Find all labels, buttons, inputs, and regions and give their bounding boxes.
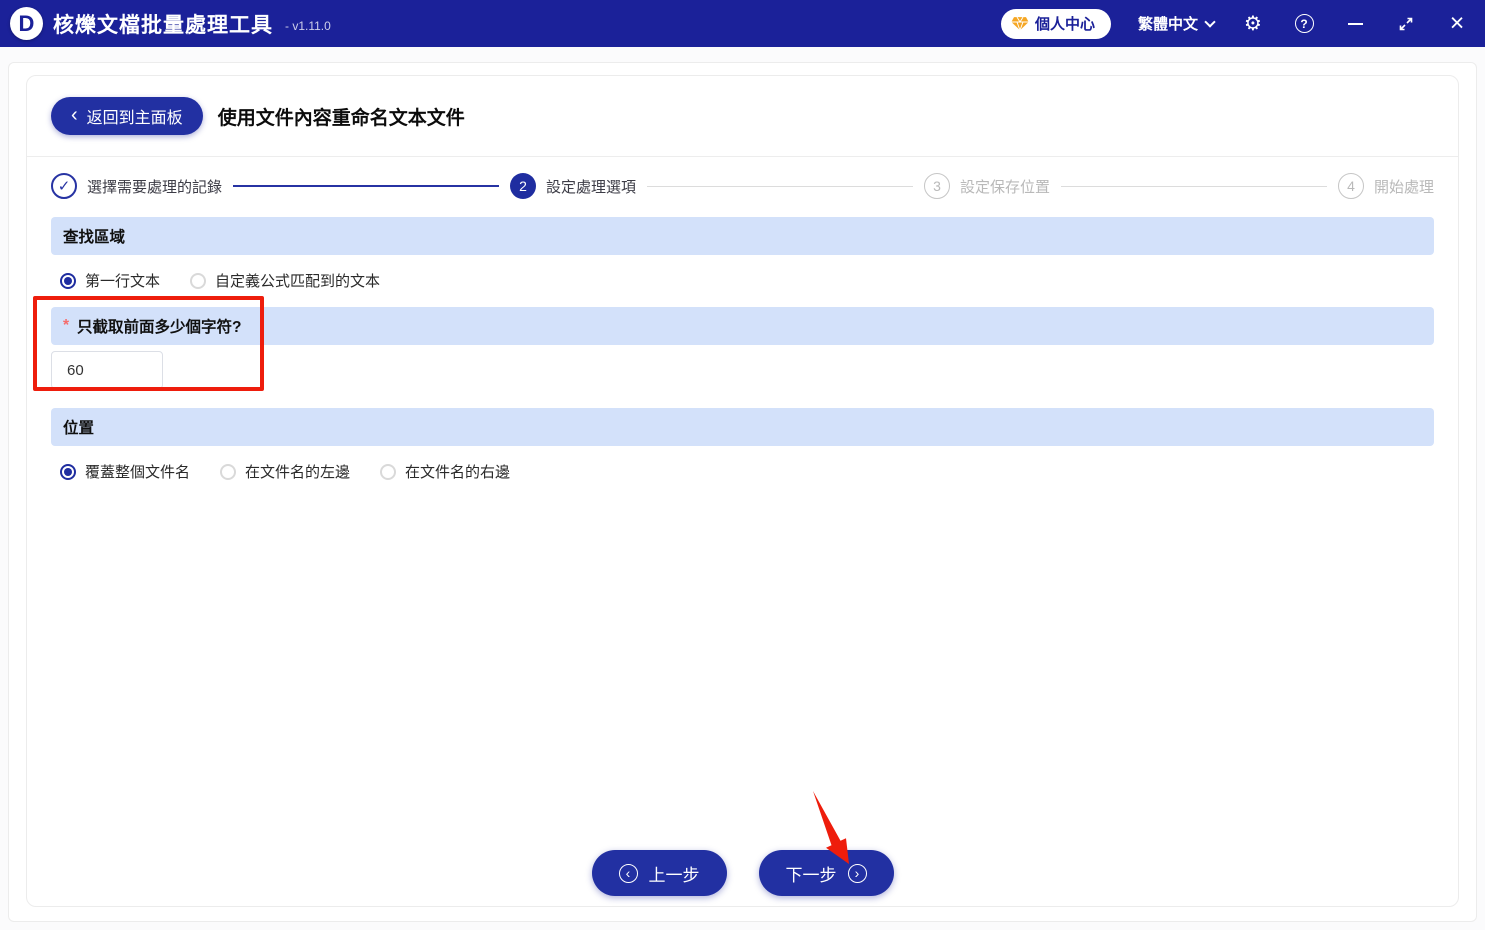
gem-icon: [1011, 16, 1029, 31]
step-4-number: 4: [1338, 173, 1364, 199]
radio-custom-formula-text[interactable]: 自定義公式匹配到的文本: [190, 270, 380, 291]
step-4-label: 開始處理: [1374, 178, 1435, 196]
radio-label: 第一行文本: [85, 273, 161, 290]
step-3: 3 設定保存位置: [924, 173, 1050, 199]
position-options: 覆蓋整個文件名 在文件名的左邊 在文件名的右邊: [51, 446, 1434, 498]
minimize-button[interactable]: [1343, 12, 1367, 36]
wizard-footer: ‹ 上一步 下一步 ›: [51, 850, 1434, 900]
step-3-number: 3: [924, 173, 950, 199]
circle-chevron-left-icon: ‹: [618, 863, 638, 883]
app-logo: D: [10, 7, 43, 40]
step-2: 2 設定處理選項: [510, 173, 636, 199]
section-search-area-title: 查找區域: [63, 229, 126, 246]
titlebar-actions: 個人中心 繁體中文 ⚙ ? ×: [1000, 8, 1469, 39]
chevron-down-icon: [1204, 15, 1216, 28]
step-1-label: 選擇需要處理的記錄: [87, 178, 223, 196]
radio-label: 覆蓋整個文件名: [85, 464, 191, 481]
step-indicator: ✓ 選擇需要處理的記錄 2 設定處理選項 3 設定保存位置 4 開始處理: [27, 157, 1458, 211]
step-2-label: 設定處理選項: [546, 178, 637, 196]
step-connector: [647, 185, 913, 187]
language-label: 繁體中文: [1137, 16, 1198, 33]
wizard-header: ‹ 返回到主面板 使用文件內容重命名文本文件: [27, 76, 1458, 157]
radio-overwrite-filename[interactable]: 覆蓋整個文件名: [60, 461, 190, 482]
back-to-dashboard-button[interactable]: ‹ 返回到主面板: [51, 97, 203, 135]
radio-right-of-filename[interactable]: 在文件名的右邊: [380, 461, 510, 482]
radio-left-of-filename[interactable]: 在文件名的左邊: [220, 461, 350, 482]
maximize-button[interactable]: [1394, 12, 1418, 36]
language-selector[interactable]: 繁體中文: [1137, 13, 1216, 34]
app-version: - v1.11.0: [285, 18, 331, 33]
titlebar: D 核爍文檔批量處理工具 - v1.11.0 個人中心 繁體中文 ⚙ ? ×: [0, 0, 1485, 47]
previous-step-button[interactable]: ‹ 上一步: [591, 850, 727, 896]
chevron-left-icon: ‹: [71, 104, 78, 126]
section-search-area-header: 查找區域: [51, 217, 1434, 255]
page-title: 使用文件內容重命名文本文件: [217, 107, 465, 129]
step-connector: [1061, 185, 1327, 187]
user-center-button[interactable]: 個人中心: [1000, 8, 1111, 39]
section-char-count-header: * 只截取前面多少個字符?: [51, 307, 1434, 345]
radio-label: 在文件名的左邊: [245, 464, 351, 481]
user-center-label: 個人中心: [1034, 16, 1095, 33]
radio-first-line-text[interactable]: 第一行文本: [60, 270, 160, 291]
wizard-panel: ‹ 返回到主面板 使用文件內容重命名文本文件 ✓ 選擇需要處理的記錄 2 設定處…: [26, 75, 1459, 907]
step-2-number: 2: [510, 173, 536, 199]
radio-unselected-icon: [380, 463, 397, 480]
radio-selected-icon: [60, 272, 76, 289]
char-count-input[interactable]: [51, 351, 163, 389]
back-button-label: 返回到主面板: [86, 110, 183, 127]
help-icon[interactable]: ?: [1292, 12, 1316, 36]
step-1-check-icon: ✓: [51, 173, 77, 199]
radio-unselected-icon: [220, 463, 237, 480]
section-char-count-title: 只截取前面多少個字符?: [77, 319, 242, 336]
required-asterisk: *: [63, 317, 70, 334]
section-position-header: 位置: [51, 408, 1434, 446]
radio-label: 在文件名的右邊: [405, 464, 511, 481]
section-position-title: 位置: [63, 420, 95, 437]
settings-gear-icon[interactable]: ⚙: [1241, 12, 1265, 36]
step-connector: [233, 185, 499, 187]
maximize-icon: [1399, 17, 1413, 30]
next-step-label: 下一步: [785, 865, 837, 885]
radio-unselected-icon: [190, 272, 207, 289]
next-step-button[interactable]: 下一步 ›: [758, 850, 894, 896]
step-1: ✓ 選擇需要處理的記錄: [51, 173, 222, 199]
circle-chevron-right-icon: ›: [847, 863, 867, 883]
minimize-icon: [1347, 22, 1363, 25]
app-title: 核爍文檔批量處理工具: [53, 13, 273, 37]
step-3-label: 設定保存位置: [960, 178, 1051, 196]
main-panel: ‹ 返回到主面板 使用文件內容重命名文本文件 ✓ 選擇需要處理的記錄 2 設定處…: [8, 62, 1477, 922]
search-area-options: 第一行文本 自定義公式匹配到的文本: [51, 255, 1434, 307]
previous-step-label: 上一步: [648, 865, 700, 885]
radio-label: 自定義公式匹配到的文本: [215, 273, 381, 290]
radio-selected-icon: [60, 463, 76, 480]
step-4: 4 開始處理: [1338, 173, 1434, 199]
step-content: 查找區域 第一行文本 自定義公式匹配到的文本 * 只截取前面多少個字符? 位置: [27, 211, 1458, 906]
close-button[interactable]: ×: [1445, 11, 1469, 36]
